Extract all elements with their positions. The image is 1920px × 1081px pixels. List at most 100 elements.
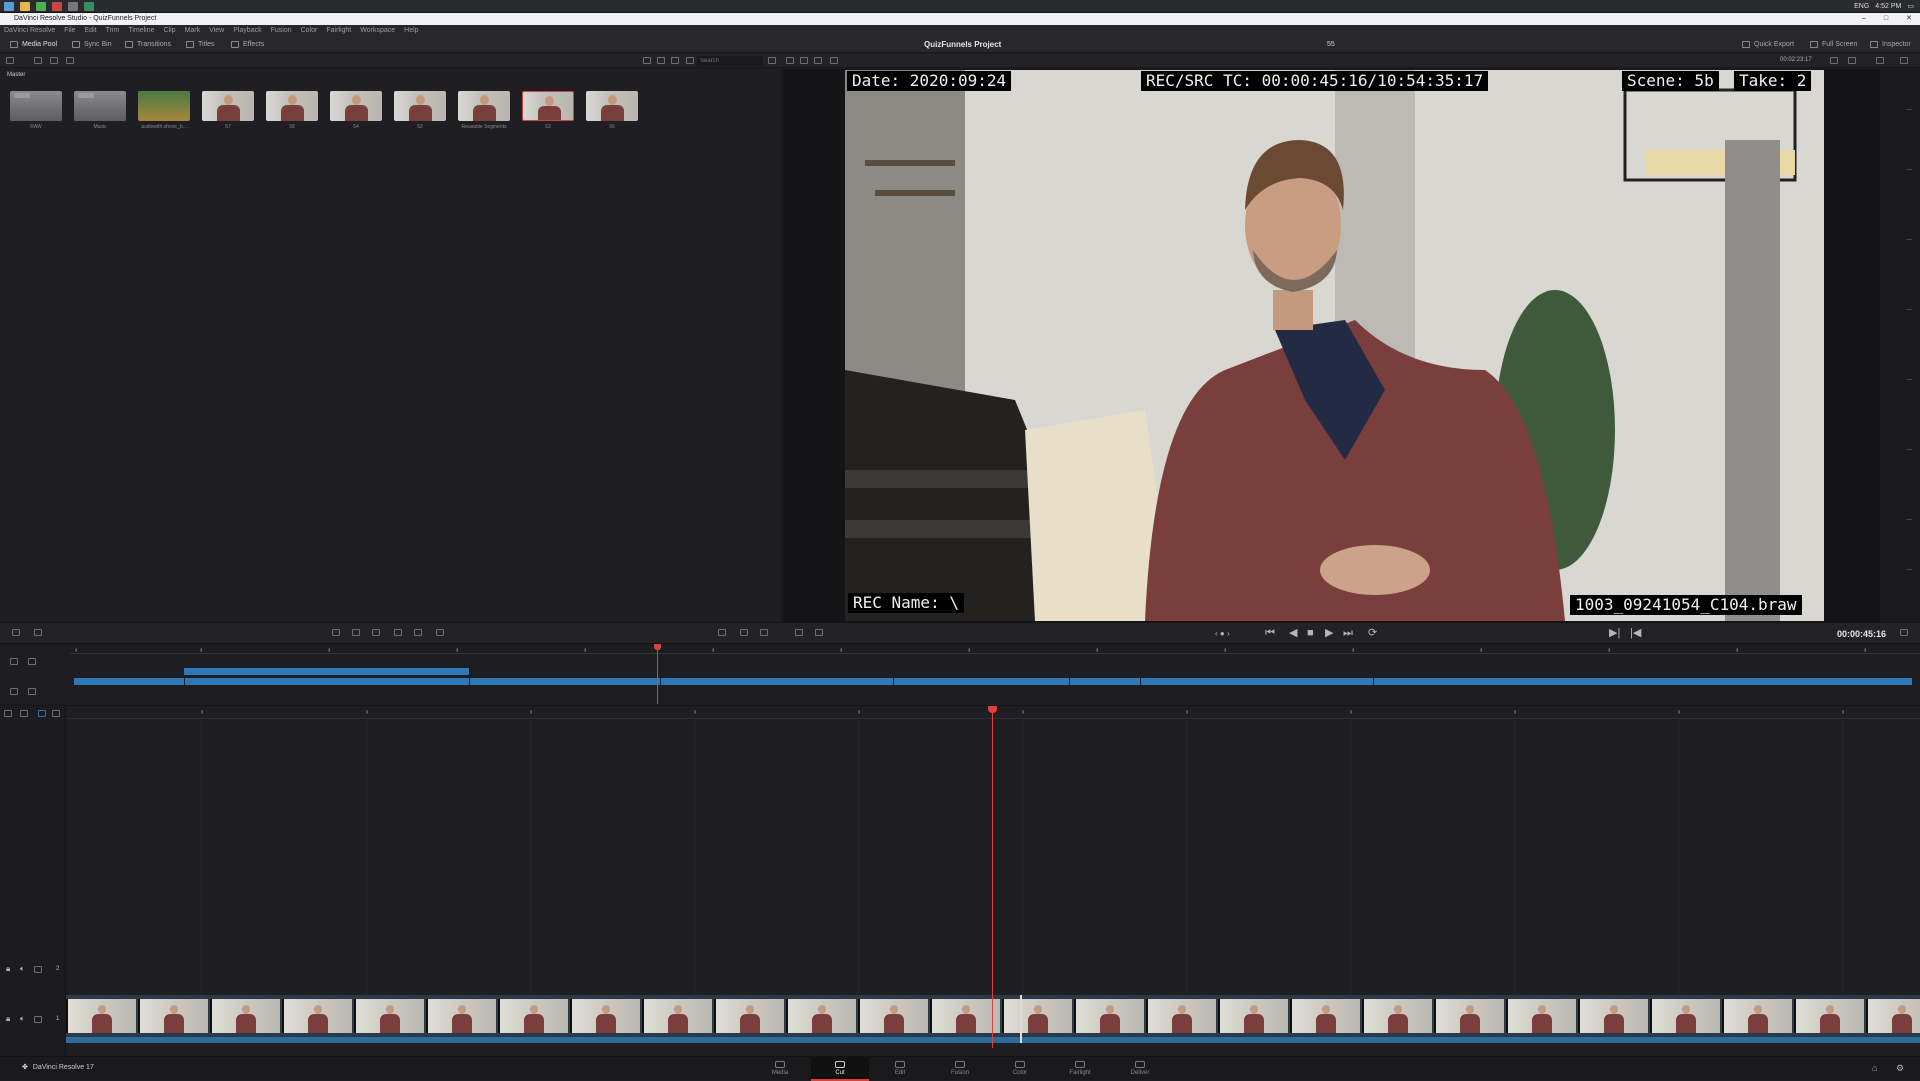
effects-button[interactable]: Effects	[231, 39, 264, 50]
viewer-settings-icon[interactable]	[815, 629, 823, 636]
clip-52[interactable]: 52	[394, 91, 446, 130]
stop-icon[interactable]: ■	[1307, 628, 1314, 639]
menu-file[interactable]: File	[64, 25, 75, 36]
upper-timeline-ruler[interactable]: ▮ ▮ ▮ ▮ ▮ ▮ ▮ ▮ ▮ ▮ ▮ ▮ ▮ ▮ ▮	[70, 644, 1920, 654]
media-pool-button[interactable]: Media Pool	[10, 39, 57, 50]
home-icon[interactable]: ⌂	[1872, 1063, 1877, 1073]
sort-icon[interactable]	[768, 57, 776, 64]
menu-fairlight[interactable]: Fairlight	[326, 25, 351, 36]
dissolve-icon[interactable]	[760, 629, 768, 636]
viewer-options-icon[interactable]	[830, 57, 838, 64]
scissors-icon[interactable]	[34, 629, 42, 636]
play-icon[interactable]: ▶	[1325, 628, 1333, 639]
clip-58[interactable]: 58	[266, 91, 318, 130]
source-overwrite-icon[interactable]	[436, 629, 444, 636]
sync-icon[interactable]	[66, 57, 74, 64]
timeline-view-icon[interactable]	[814, 57, 822, 64]
upper-video-clip[interactable]	[184, 668, 469, 675]
upper-timeline[interactable]: ▮ ▮ ▮ ▮ ▮ ▮ ▮ ▮ ▮ ▮ ▮ ▮ ▮ ▮ ▮	[0, 644, 1920, 706]
jog-control[interactable]: ‹ ● ›	[1215, 628, 1230, 639]
menu-trim[interactable]: Trim	[106, 25, 120, 36]
snap-icon[interactable]	[28, 688, 36, 695]
video-track-1-clip[interactable]	[66, 995, 1920, 1037]
close-up-icon[interactable]	[394, 629, 402, 636]
speaker-icon[interactable]	[1876, 57, 1884, 64]
search-icon[interactable]	[686, 57, 694, 64]
zoom-icon[interactable]	[1848, 57, 1856, 64]
append-icon[interactable]	[352, 629, 360, 636]
ripple-overwrite-icon[interactable]	[372, 629, 380, 636]
lower-timeline[interactable]: 🔒︎ 🔈︎ 2 🔒︎ 🔈︎ 1 ▮ ▮ ▮ ▮ ▮ ▮ ▮ ▮ ▮ ▮ ▮	[0, 706, 1920, 1056]
menu-edit[interactable]: Edit	[85, 25, 97, 36]
page-media[interactable]: Media	[756, 1061, 804, 1076]
menu-timeline[interactable]: Timeline	[128, 25, 154, 36]
chrome-icon[interactable]	[36, 2, 46, 11]
place-on-top-icon[interactable]	[414, 629, 422, 636]
safe-area-icon[interactable]	[12, 629, 20, 636]
split-clip-icon[interactable]	[718, 629, 726, 636]
minimize-icon[interactable]: –	[1862, 13, 1866, 25]
page-edit[interactable]: Edit	[876, 1061, 924, 1076]
audio-mute-icon[interactable]: 🔈︎	[20, 1014, 25, 1024]
page-cut[interactable]: Cut	[816, 1061, 864, 1076]
transition-icon[interactable]	[740, 629, 748, 636]
clip-57[interactable]: 57	[202, 91, 254, 130]
thumbnail-view-icon[interactable]	[643, 57, 651, 64]
upper-playhead-handle[interactable]	[654, 644, 661, 650]
search-input[interactable]	[697, 56, 763, 66]
lock-icon[interactable]: 🔒︎	[6, 964, 10, 974]
link-icon[interactable]	[28, 658, 36, 665]
resolve-taskbar-icon[interactable]	[68, 2, 78, 11]
close-icon[interactable]: ✕	[1906, 13, 1912, 25]
quick-export-button[interactable]: Quick Export	[1742, 39, 1794, 50]
menu-mark[interactable]: Mark	[185, 25, 201, 36]
track-visibility-icon[interactable]	[34, 1016, 42, 1023]
import-folder-icon[interactable]	[50, 57, 58, 64]
source-clip-icon[interactable]	[786, 57, 794, 64]
out-point-icon[interactable]: |◀	[1630, 628, 1641, 639]
text-tool-icon[interactable]	[10, 658, 18, 665]
clip-54[interactable]: 54	[330, 91, 382, 130]
app-icon-2[interactable]	[84, 2, 94, 11]
lower-playhead[interactable]	[992, 708, 993, 1048]
menu-resolve[interactable]: DaVinci Resolve	[4, 25, 55, 36]
page-fusion[interactable]: Fusion	[936, 1061, 984, 1076]
grid-view-icon[interactable]	[657, 57, 665, 64]
lower-playhead-handle[interactable]	[988, 706, 997, 713]
menu-playback[interactable]: Playback	[233, 25, 261, 36]
app-icon[interactable]	[52, 2, 62, 11]
audio-track-1-clip[interactable]	[66, 1037, 1920, 1043]
in-point-icon[interactable]: ▶|	[1609, 628, 1620, 639]
snapping-icon[interactable]	[38, 710, 46, 717]
reverse-icon[interactable]: ◀	[1289, 628, 1297, 639]
smart-insert-icon[interactable]	[332, 629, 340, 636]
menu-help[interactable]: Help	[404, 25, 418, 36]
blade-tool-icon[interactable]	[20, 710, 28, 717]
gear-icon[interactable]: ⚙	[1896, 1063, 1904, 1074]
track-visibility-icon[interactable]	[34, 966, 42, 973]
edit-point-marker[interactable]	[1020, 995, 1022, 1043]
menu-fusion[interactable]: Fusion	[271, 25, 292, 36]
import-media-icon[interactable]	[34, 57, 42, 64]
tray-language[interactable]: ENG	[1854, 3, 1869, 10]
viewer-mode-icon[interactable]	[795, 629, 803, 636]
transitions-button[interactable]: Transitions	[125, 39, 171, 50]
viewer-clip-selector[interactable]: 55	[1327, 39, 1335, 50]
full-screen-button[interactable]: Full Screen	[1810, 39, 1857, 50]
list-view-icon[interactable]	[671, 57, 679, 64]
tray-clock[interactable]: 4:52 PM	[1875, 3, 1901, 10]
edit-tool-icon[interactable]	[4, 710, 12, 717]
video-frame[interactable]: Date: 2020:09:24 REC/SRC TC: 00:00:45:16…	[845, 70, 1824, 621]
menu-clip[interactable]: Clip	[164, 25, 176, 36]
inspector-button[interactable]: Inspector	[1870, 39, 1911, 50]
audio-mute-icon[interactable]: 🔈︎	[20, 964, 25, 974]
maximize-icon[interactable]: □	[1884, 13, 1888, 25]
titles-button[interactable]: Titles	[186, 39, 214, 50]
audio-meter-icon[interactable]	[1830, 57, 1838, 64]
windows-start-icon[interactable]	[4, 2, 14, 11]
menu-workspace[interactable]: Workspace	[360, 25, 395, 36]
page-color[interactable]: Color	[996, 1061, 1044, 1076]
menu-view[interactable]: View	[209, 25, 224, 36]
file-explorer-icon[interactable]	[20, 2, 30, 11]
clip-folder-raw[interactable]: RAW	[10, 91, 62, 130]
